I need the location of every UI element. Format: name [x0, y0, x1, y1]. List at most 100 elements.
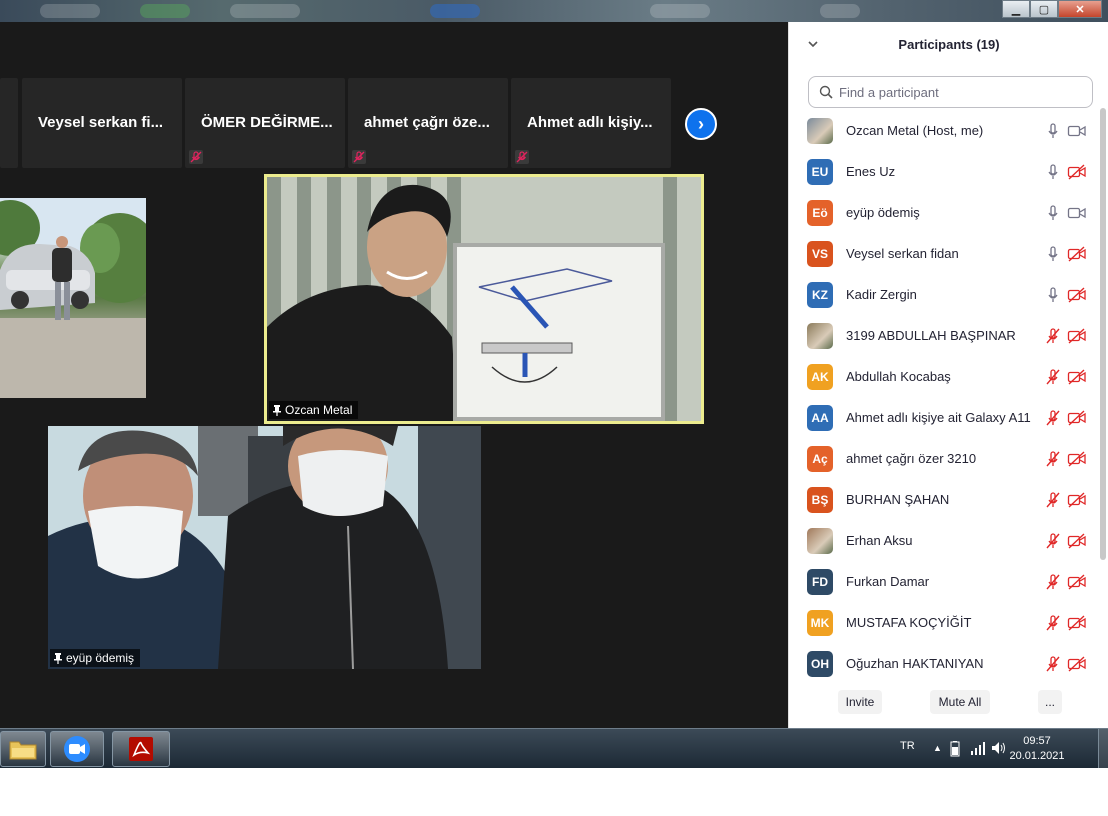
participant-row[interactable]: KZ Kadir Zergin [789, 274, 1101, 315]
avatar: EU [807, 158, 833, 185]
microphone-muted-icon[interactable] [1046, 450, 1060, 467]
show-hidden-icons-icon[interactable]: ▲ [933, 743, 942, 753]
participant-search-input[interactable] [839, 84, 1079, 100]
zoom-icon [64, 736, 90, 762]
video-camera-off-icon[interactable] [1067, 245, 1087, 262]
screen: ▁ ▢ ✕ Veysel serkan fi... ÖMER DEĞİRME..… [0, 0, 1108, 816]
clock[interactable]: 09:57 20.01.2021 [1002, 734, 1072, 764]
video-camera-off-icon[interactable] [1067, 327, 1087, 344]
microphone-muted-icon[interactable] [1046, 573, 1060, 590]
video-strip-tile[interactable]: Veysel serkan fi... [22, 78, 182, 168]
avatar [807, 322, 833, 349]
chevron-right-icon: › [698, 113, 704, 134]
video-strip-tile[interactable]: Ahmet adlı kişiy... [511, 78, 671, 168]
participant-name: ahmet çağrı özer 3210 [846, 451, 977, 466]
video-strip-tile-name: ÖMER DEĞİRME... [201, 114, 333, 131]
participant-video-tile[interactable] [0, 198, 146, 398]
more-options-button[interactable]: ... [1038, 690, 1062, 714]
microphone-muted-icon[interactable] [1046, 491, 1060, 508]
clock-date: 20.01.2021 [1009, 750, 1065, 762]
participant-row[interactable]: 3199 ABDULLAH BAŞPINAR [789, 315, 1101, 356]
participant-video-tile[interactable]: eyüp ödemiş [48, 426, 481, 669]
pin-icon [54, 652, 62, 664]
video-camera-off-icon[interactable] [1067, 532, 1087, 549]
video-strip-tile-name: ahmet çağrı öze... [364, 114, 490, 131]
video-strip-tile[interactable]: ahmet çağrı öze... [348, 78, 508, 168]
participant-name: eyüp ödemiş [66, 651, 135, 665]
participant-name: MUSTAFA KOÇYİĞİT [846, 615, 972, 630]
minimize-icon[interactable]: ▁ [1002, 0, 1030, 18]
participant-row[interactable]: VS Veysel serkan fidan [789, 233, 1101, 274]
participant-list-scrollbar[interactable] [1100, 108, 1106, 560]
video-camera-off-icon[interactable] [1067, 286, 1087, 303]
active-speaker-video-tile[interactable]: Ozcan Metal [264, 174, 704, 424]
microphone-icon[interactable] [1046, 204, 1060, 221]
microphone-icon[interactable] [1046, 163, 1060, 180]
participant-row[interactable]: Ozcan Metal (Host, me) [789, 110, 1101, 151]
microphone-muted-icon[interactable] [1046, 409, 1060, 426]
video-camera-off-icon[interactable] [1067, 491, 1087, 508]
window-controls: ▁ ▢ ✕ [1002, 0, 1102, 18]
participant-row[interactable]: AK Abdullah Kocabaş [789, 356, 1101, 397]
microphone-icon[interactable] [1046, 122, 1060, 139]
video-camera-off-icon[interactable] [1067, 409, 1087, 426]
zoom-button[interactable] [50, 731, 104, 767]
avatar [807, 117, 833, 144]
participant-row[interactable]: Aç ahmet çağrı özer 3210 [789, 438, 1101, 479]
search-icon [819, 85, 833, 99]
microphone-icon[interactable] [1046, 245, 1060, 262]
microphone-muted-icon[interactable] [1046, 655, 1060, 672]
mute-all-button[interactable]: Mute All [930, 690, 990, 714]
participant-name-label: Ozcan Metal [269, 401, 359, 419]
microphone-muted-icon[interactable] [1046, 327, 1060, 344]
system-tray: TR ▲ 09:57 20.01.2021 [878, 729, 1108, 769]
video-camera-off-icon[interactable] [1067, 450, 1087, 467]
microphone-muted-icon[interactable] [1046, 614, 1060, 631]
next-page-button[interactable]: › [685, 108, 717, 140]
video-image [0, 198, 146, 398]
video-camera-off-icon[interactable] [1067, 573, 1087, 590]
participants-panel: Participants (19) Ozcan Metal (Host, me)… [788, 22, 1108, 728]
video-strip-tile[interactable]: ÖMER DEĞİRME... [185, 78, 345, 168]
participant-row[interactable]: FD Furkan Damar [789, 561, 1101, 602]
participant-row[interactable]: Eö eyüp ödemiş [789, 192, 1101, 233]
show-desktop-button[interactable] [1098, 729, 1108, 769]
video-camera-icon[interactable] [1067, 205, 1087, 221]
participant-name: Kadir Zergin [846, 287, 917, 302]
participant-name-label: eyüp ödemiş [50, 649, 141, 667]
video-strip-tile-partial[interactable] [0, 78, 18, 168]
participant-name: Ozcan Metal (Host, me) [846, 123, 984, 138]
signal-icon[interactable] [970, 741, 986, 755]
microphone-muted-icon[interactable] [1046, 532, 1060, 549]
invite-button[interactable]: Invite [838, 690, 882, 714]
video-image [48, 426, 481, 669]
participant-name: Ozcan Metal [285, 403, 353, 417]
avatar: OH [807, 650, 833, 677]
participant-row[interactable]: AA Ahmet adlı kişiye ait Galaxy A11 [789, 397, 1101, 438]
clock-time: 09:57 [1023, 735, 1051, 747]
participant-search-box[interactable] [808, 76, 1093, 108]
participants-panel-header: Participants (19) [789, 22, 1108, 68]
participant-row[interactable]: OH Oğuzhan HAKTANIYAN [789, 643, 1101, 684]
pin-icon [273, 404, 281, 416]
participant-row[interactable]: MK MUSTAFA KOÇYİĞİT [789, 602, 1101, 643]
microphone-icon[interactable] [1046, 286, 1060, 303]
file-explorer-button[interactable] [0, 731, 46, 767]
participant-row[interactable]: EU Enes Uz [789, 151, 1101, 192]
video-camera-off-icon[interactable] [1067, 614, 1087, 631]
video-camera-icon[interactable] [1067, 123, 1087, 139]
video-gallery: Veysel serkan fi... ÖMER DEĞİRME... ahme… [0, 22, 788, 728]
language-indicator[interactable]: TR [900, 740, 915, 752]
participant-row[interactable]: Erhan Aksu [789, 520, 1101, 561]
video-camera-off-icon[interactable] [1067, 163, 1087, 180]
microphone-muted-icon[interactable] [1046, 368, 1060, 385]
file-explorer-icon [9, 741, 37, 760]
battery-icon[interactable] [948, 741, 962, 757]
restore-icon[interactable]: ▢ [1030, 0, 1058, 18]
avatar: MK [807, 609, 833, 636]
video-camera-off-icon[interactable] [1067, 368, 1087, 385]
participant-row[interactable]: BŞ BURHAN ŞAHAN [789, 479, 1101, 520]
video-camera-off-icon[interactable] [1067, 655, 1087, 672]
acrobat-reader-button[interactable] [112, 731, 170, 767]
close-icon[interactable]: ✕ [1058, 0, 1102, 18]
